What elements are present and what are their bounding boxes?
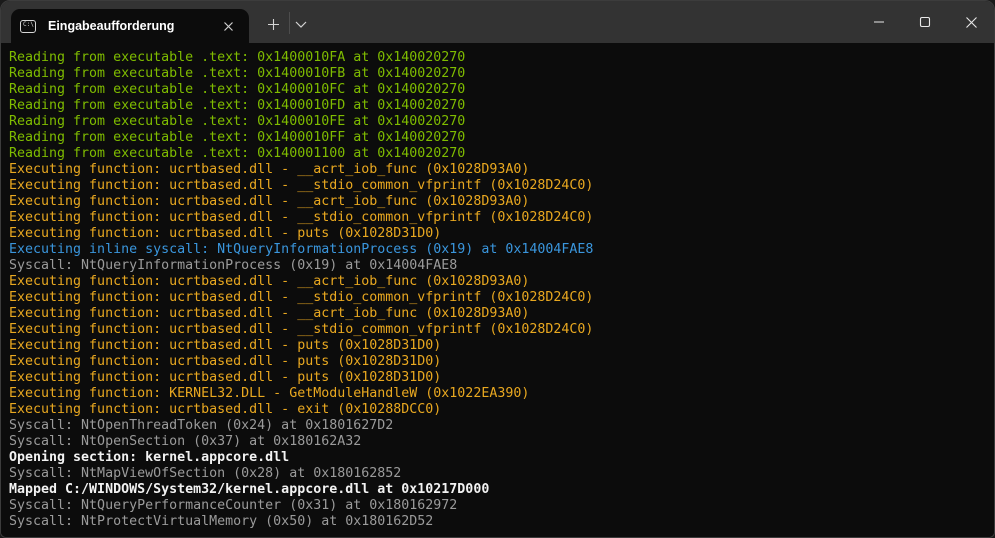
terminal-line: Syscall: NtMapViewOfSection (0x28) at 0x…: [9, 466, 994, 482]
close-window-button[interactable]: [948, 1, 994, 43]
terminal-line: Executing function: ucrtbased.dll - __st…: [9, 290, 994, 306]
tab-dropdown-button[interactable]: [286, 11, 316, 37]
terminal-line: Reading from executable .text: 0x1400010…: [9, 66, 994, 82]
new-tab-button[interactable]: [258, 11, 288, 37]
minimize-button[interactable]: [856, 1, 902, 43]
title-bar: C:\ Eingabeaufforderung: [1, 1, 994, 43]
terminal-line: Executing function: ucrtbased.dll - __st…: [9, 322, 994, 338]
tab-close-icon[interactable]: [217, 15, 239, 37]
terminal-line: Reading from executable .text: 0x1400010…: [9, 98, 994, 114]
terminal-line: Executing function: ucrtbased.dll - __st…: [9, 178, 994, 194]
terminal-line: Syscall: NtQueryPerformanceCounter (0x31…: [9, 498, 994, 514]
terminal-line: Executing function: ucrtbased.dll - exit…: [9, 402, 994, 418]
terminal-line: Executing function: ucrtbased.dll - __ac…: [9, 274, 994, 290]
terminal-output: Reading from executable .text: 0x1400010…: [9, 50, 994, 530]
terminal-line: Executing function: ucrtbased.dll - puts…: [9, 338, 994, 354]
terminal-viewport[interactable]: Reading from executable .text: 0x1400010…: [1, 43, 994, 538]
terminal-line: Executing function: ucrtbased.dll - puts…: [9, 354, 994, 370]
terminal-line: Executing function: ucrtbased.dll - __ac…: [9, 162, 994, 178]
terminal-line: Executing function: ucrtbased.dll - puts…: [9, 370, 994, 386]
terminal-line: Syscall: NtQueryInformationProcess (0x19…: [9, 258, 994, 274]
tab-title: Eingabeaufforderung: [48, 19, 211, 33]
terminal-line: Executing inline syscall: NtQueryInforma…: [9, 242, 994, 258]
terminal-line: Reading from executable .text: 0x1400010…: [9, 114, 994, 130]
terminal-window: C:\ Eingabeaufforderung: [0, 0, 995, 538]
terminal-line: Syscall: NtOpenThreadToken (0x24) at 0x1…: [9, 418, 994, 434]
cmd-prompt-icon: C:\: [20, 20, 36, 33]
window-controls: [856, 1, 994, 43]
terminal-line: Reading from executable .text: 0x1400010…: [9, 50, 994, 66]
maximize-button[interactable]: [902, 1, 948, 43]
terminal-line: Reading from executable .text: 0x1400011…: [9, 146, 994, 162]
terminal-line: Executing function: KERNEL32.DLL - GetMo…: [9, 386, 994, 402]
terminal-line: Reading from executable .text: 0x1400010…: [9, 82, 994, 98]
terminal-line: Syscall: NtProtectVirtualMemory (0x50) a…: [9, 514, 994, 530]
terminal-line: Mapped C:/WINDOWS/System32/kernel.appcor…: [9, 482, 994, 498]
terminal-line: Executing function: ucrtbased.dll - __ac…: [9, 306, 994, 322]
tab-eingabeaufforderung[interactable]: C:\ Eingabeaufforderung: [11, 9, 249, 43]
terminal-line: Executing function: ucrtbased.dll - puts…: [9, 226, 994, 242]
terminal-line: Executing function: ucrtbased.dll - __ac…: [9, 194, 994, 210]
terminal-line: Opening section: kernel.appcore.dll: [9, 450, 994, 466]
terminal-line: Syscall: NtOpenSection (0x37) at 0x18016…: [9, 434, 994, 450]
terminal-line: Reading from executable .text: 0x1400010…: [9, 130, 994, 146]
terminal-line: Executing function: ucrtbased.dll - __st…: [9, 210, 994, 226]
